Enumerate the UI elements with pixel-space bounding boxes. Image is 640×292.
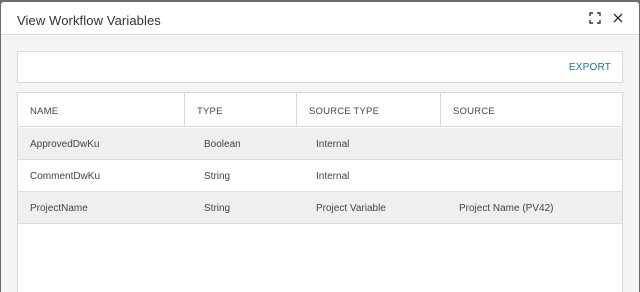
cell-source-type: Project Variable	[316, 203, 386, 214]
column-header-source-type[interactable]: SOURCE TYPE	[297, 93, 441, 127]
cell-type: String	[204, 171, 231, 182]
dialog-title: View Workflow Variables	[17, 13, 161, 28]
expand-button[interactable]	[587, 10, 603, 26]
expand-icon	[589, 12, 601, 24]
cell-type: Boolean	[204, 139, 241, 150]
close-icon	[613, 13, 623, 23]
variables-table: NAME TYPE SOURCE TYPE SOURCE ApprovedDwK…	[17, 92, 623, 292]
cell-source: Project Name (PV42)	[459, 203, 554, 214]
cell-name: ApprovedDwKu	[30, 139, 100, 150]
workflow-variables-dialog: View Workflow Variables EXPORT NAME TYPE…	[1, 2, 639, 292]
dialog-body: EXPORT NAME TYPE SOURCE TYPE SOURCE Appr…	[1, 36, 639, 292]
column-header-name[interactable]: NAME	[18, 93, 185, 127]
column-header-type[interactable]: TYPE	[185, 93, 297, 127]
export-button[interactable]: EXPORT	[569, 62, 611, 73]
table-row[interactable]: ProjectName String Project Variable Proj…	[18, 192, 622, 224]
cell-name: ProjectName	[30, 203, 88, 214]
grid-toolbar: EXPORT	[17, 51, 623, 83]
cell-source-type: Internal	[316, 139, 350, 150]
column-header-source[interactable]: SOURCE	[441, 93, 622, 127]
dialog-header: View Workflow Variables	[1, 2, 639, 35]
cell-type: String	[204, 203, 231, 214]
table-header: NAME TYPE SOURCE TYPE SOURCE	[18, 93, 622, 127]
close-button[interactable]	[610, 10, 626, 26]
table-row[interactable]: ApprovedDwKu Boolean Internal	[18, 128, 622, 160]
table-row[interactable]: CommentDwKu String Internal	[18, 160, 622, 192]
cell-source-type: Internal	[316, 171, 350, 182]
cell-name: CommentDwKu	[30, 171, 101, 182]
